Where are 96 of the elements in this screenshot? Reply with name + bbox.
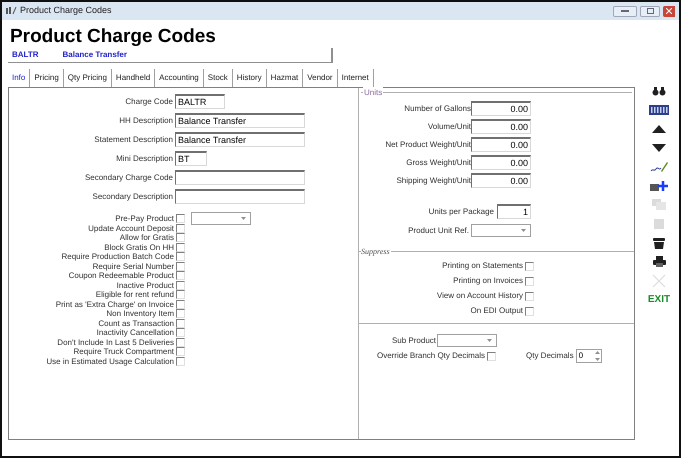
input-field[interactable]: Balance Transfer [175, 132, 305, 147]
checkbox-label: On EDI Output [470, 305, 523, 317]
checkbox-label: View on Account History [436, 290, 523, 302]
spinner-arrows-icon [594, 350, 601, 362]
input-field[interactable]: BT [175, 151, 207, 166]
close-button[interactable] [663, 6, 675, 16]
checkbox-label: Use in Estimated Usage Calculation [45, 356, 174, 366]
field-label: Shipping Weight/Unit [395, 174, 471, 186]
search-icon [652, 86, 666, 96]
checkbox-label: Require Serial Number [92, 262, 174, 271]
field-label: Product Unit Ref. [407, 224, 470, 236]
field-label: Sub Product [390, 334, 437, 346]
checkbox[interactable] [525, 262, 534, 270]
checkbox[interactable] [176, 347, 185, 356]
checkbox-label: Printing on Invoices [452, 275, 523, 287]
field-label: Statement Description [93, 134, 174, 146]
field-label: Gross Weight/Unit [405, 156, 471, 168]
square-icon [654, 218, 664, 228]
checkbox[interactable] [176, 233, 185, 242]
checkbox[interactable] [176, 271, 185, 280]
dropdown[interactable] [191, 212, 251, 226]
checkbox-label: Coupon Redeemable Product [68, 271, 174, 280]
checkbox[interactable] [525, 306, 534, 316]
checkbox-label: Printing on Statements [441, 260, 523, 272]
window-title: Product Charge Codes [20, 4, 112, 18]
checkbox[interactable] [176, 242, 185, 252]
input-field[interactable]: 0.00 [471, 137, 531, 152]
input-field[interactable]: 0.00 [471, 101, 531, 116]
checkbox-label: Update Account Deposit [87, 224, 174, 233]
input-field[interactable]: 1 [497, 204, 531, 219]
trash-icon [653, 236, 665, 248]
checkbox-label: Don't Include In Last 5 Deliveries [56, 338, 174, 347]
dropdown[interactable] [471, 224, 531, 237]
checkbox-label: Require Truck Compartment [72, 347, 174, 356]
close-icon [652, 274, 666, 288]
minimize-button[interactable] [613, 6, 637, 16]
dropdown[interactable] [437, 334, 497, 347]
close-icon [666, 8, 672, 14]
input-field[interactable]: 0.00 [471, 173, 531, 188]
input-field[interactable] [175, 189, 305, 204]
record-code: BALTR [12, 49, 39, 61]
checkbox[interactable] [176, 356, 185, 366]
checkbox-label: Print as 'Extra Charge' on Invoice [54, 300, 174, 309]
input-field[interactable] [175, 170, 305, 185]
field-label: Qty Decimals [526, 350, 575, 362]
printer-icon [652, 256, 666, 267]
checkbox-label: Override Branch Qty Decimals [376, 350, 486, 362]
field-label: Charge Code [124, 96, 174, 108]
down-arrow-icon [652, 144, 666, 152]
checkbox[interactable] [176, 262, 185, 271]
up-arrow-icon [652, 124, 666, 132]
checkbox-label: Count as Transaction [97, 318, 174, 328]
field-label: HH Description [118, 114, 174, 126]
checkbox[interactable] [176, 252, 185, 262]
copy-icon [652, 199, 666, 210]
checkbox[interactable] [176, 300, 185, 309]
checkbox-label: Non Inventory Item [105, 309, 174, 318]
field-label: Units per Package [428, 206, 495, 218]
checkbox[interactable] [176, 224, 185, 233]
checkbox[interactable] [176, 318, 185, 328]
checkbox[interactable] [176, 280, 185, 290]
page-title: Product Charge Codes [10, 26, 217, 48]
checkbox[interactable] [176, 309, 185, 318]
checkbox[interactable] [487, 352, 496, 360]
checkbox-label: Eligible for rent refund [94, 290, 174, 300]
record-description: Balance Transfer [62, 49, 127, 61]
field-label: Mini Description [115, 152, 174, 164]
field-label: Number of Gallons [403, 102, 471, 114]
checkbox[interactable] [176, 290, 185, 300]
checkbox-label: Allow for Gratis [118, 233, 174, 242]
checkbox-label: Pre-Pay Product [114, 214, 174, 224]
spin-field[interactable]: 0 [576, 349, 602, 363]
checkbox[interactable] [176, 214, 185, 224]
checkbox-label: Block Gratis On HH [103, 242, 174, 252]
field-label: Net Product Weight/Unit [384, 138, 471, 150]
checkbox[interactable] [176, 338, 185, 347]
app-icon [6, 7, 17, 15]
checkbox-label: Inactivity Cancellation [96, 328, 174, 338]
exit-button[interactable]: EXIT [643, 291, 675, 308]
field-label: Volume/Unit [426, 120, 471, 132]
checkbox[interactable] [525, 292, 534, 300]
add-icon [650, 180, 668, 192]
checkbox-label: Require Production Batch Code [60, 252, 174, 262]
field-label: Secondary Description [92, 190, 174, 202]
group-title: Suppress [361, 246, 391, 258]
maximize-button[interactable] [640, 6, 660, 16]
input-field[interactable]: 0.00 [471, 119, 531, 134]
checkbox[interactable] [176, 328, 185, 338]
input-field[interactable]: Balance Transfer [175, 113, 305, 128]
field-label: Secondary Charge Code [84, 172, 174, 184]
input-field[interactable]: 0.00 [471, 155, 531, 170]
barcode-icon [649, 104, 669, 114]
checkbox-label: Inactive Product [116, 280, 174, 290]
checkbox[interactable] [525, 276, 534, 286]
input-field[interactable]: BALTR [175, 94, 225, 109]
pen-icon [650, 160, 668, 172]
